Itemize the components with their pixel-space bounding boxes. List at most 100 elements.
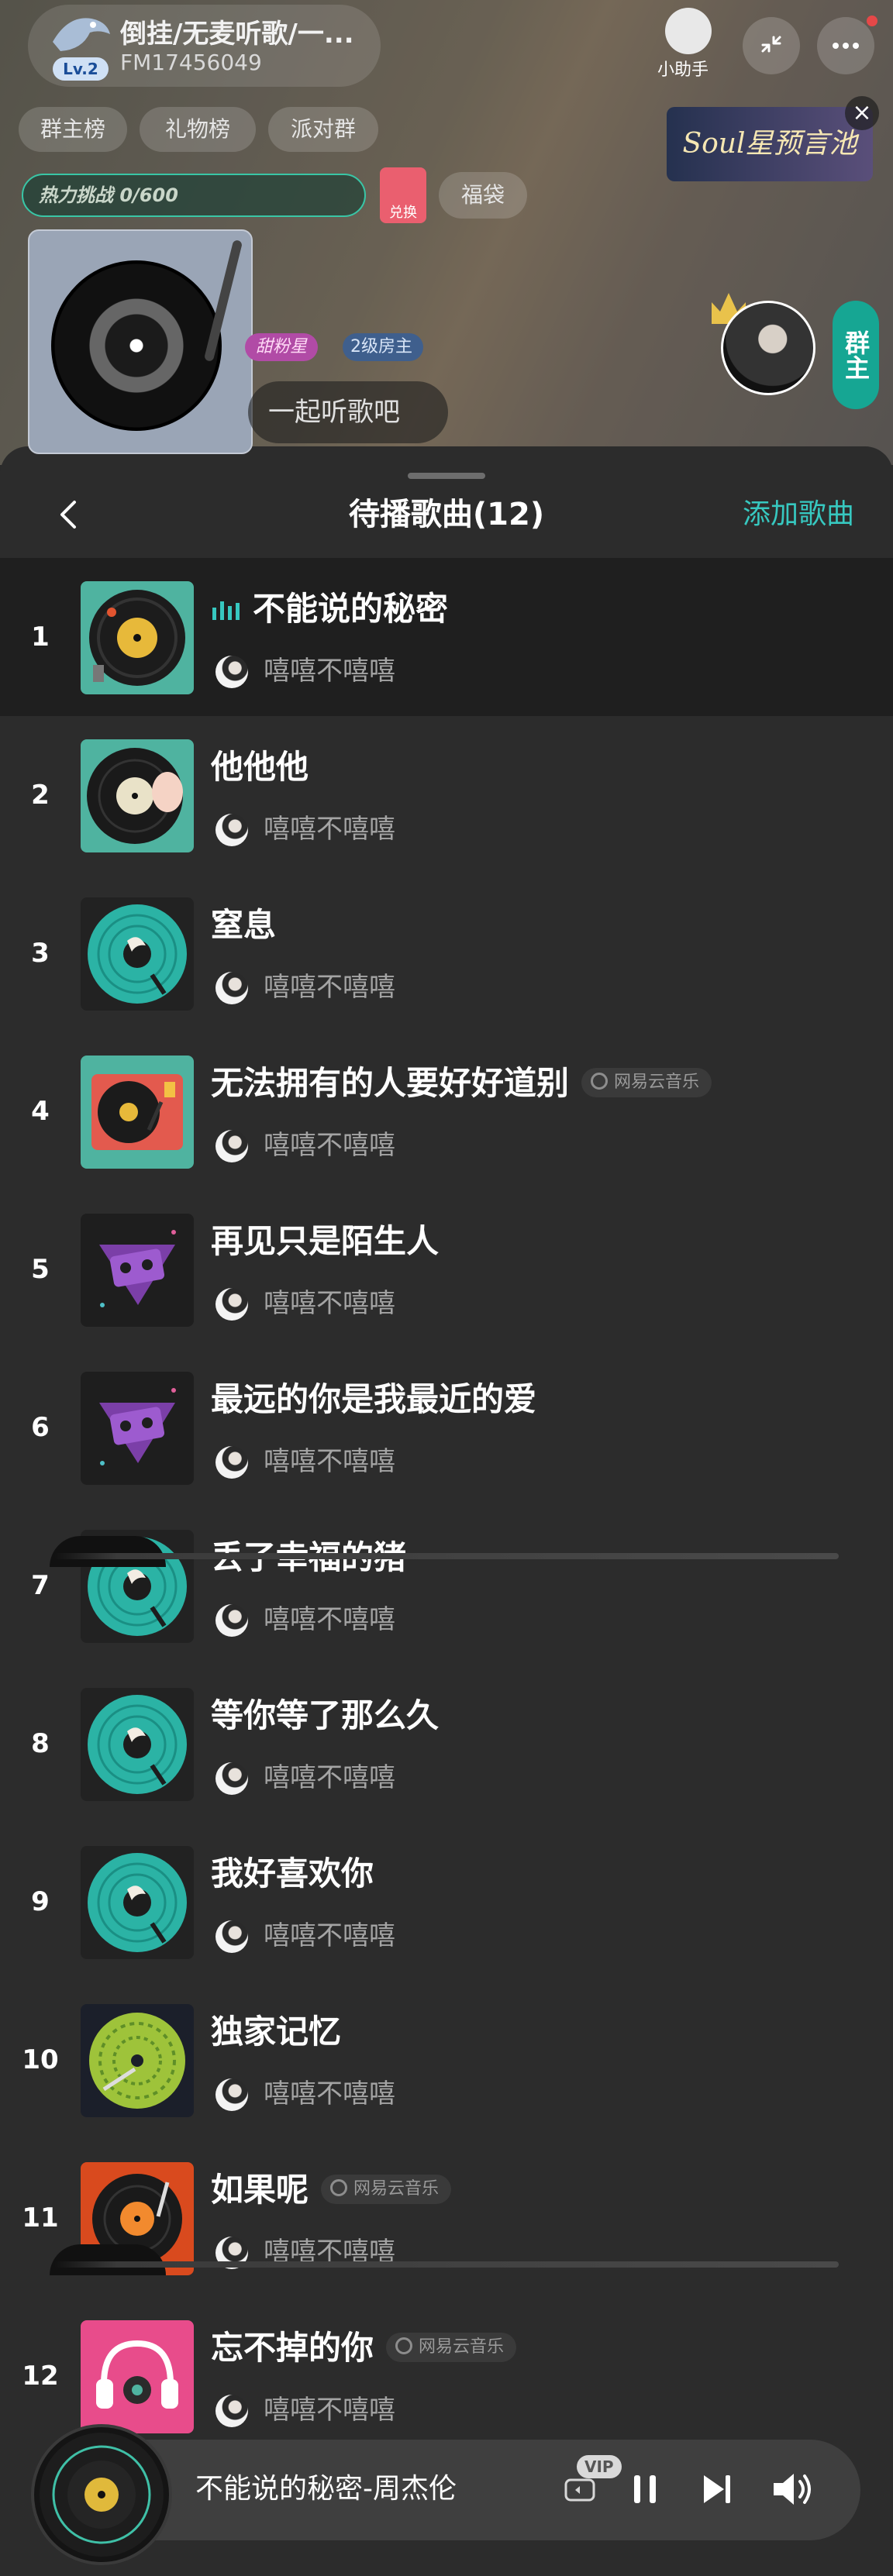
source-tag-label: 网易云音乐 — [614, 1072, 700, 1092]
requester-avatar — [215, 2395, 248, 2427]
song-title: 如果呢 网易云音乐 — [211, 2167, 452, 2213]
group-owner-badge[interactable]: 群主 — [833, 301, 879, 409]
song-title: 不能说的秘密 — [253, 586, 448, 632]
song-title: 他他他 — [211, 744, 309, 790]
pause-icon[interactable] — [626, 2471, 664, 2508]
song-index: 8 — [31, 1728, 50, 1759]
song-index: 7 — [31, 1570, 50, 1601]
assistant-label: 小助手 — [657, 60, 709, 80]
song-row[interactable]: 5 再见只是陌生人 嘻嘻不嘻嘻 — [0, 1190, 893, 1348]
song-row[interactable]: 4 无法拥有的人要好好道别 网易云音乐嘻嘻不嘻嘻 — [0, 1032, 893, 1190]
song-index: 3 — [31, 938, 50, 969]
exchange-gift-icon[interactable]: 兑换 — [380, 167, 426, 223]
room-turntable — [28, 229, 253, 454]
more-button[interactable] — [817, 17, 874, 74]
tab-gift-rank[interactable]: 礼物榜 — [140, 107, 256, 152]
now-playing-cover[interactable] — [31, 2424, 172, 2565]
next-track-icon[interactable] — [698, 2471, 735, 2508]
requester-name: 嘻嘻不嘻嘻 — [264, 2078, 395, 2109]
song-title-text: 如果呢 — [211, 2171, 309, 2209]
song-index: 6 — [31, 1412, 50, 1443]
banner-close-button[interactable]: × — [845, 96, 879, 130]
room-id: FM17456049 — [120, 50, 262, 75]
requester-name: 嘻嘻不嘻嘻 — [264, 972, 395, 1003]
song-list: 1 不能说的秘密 嘻嘻不嘻嘻 2 他他他 嘻嘻不嘻嘻 3 窒息 嘻嘻不嘻嘻 4 无法拥有的人要好好道… — [0, 558, 893, 2455]
song-row[interactable]: 9 我好喜欢你嘻嘻不嘻嘻 — [0, 1823, 893, 1981]
song-index: 9 — [31, 1886, 50, 1917]
exchange-label: 兑换 — [389, 205, 417, 221]
requester-avatar — [215, 1762, 248, 1795]
song-title-text: 窒息 — [211, 906, 277, 944]
minimize-button[interactable] — [743, 17, 800, 74]
song-cover-image — [81, 2004, 194, 2117]
tab-group-owner-rank[interactable]: 群主榜 — [19, 107, 127, 152]
song-title: 等你等了那么久 — [211, 1693, 439, 1739]
song-cover-image — [81, 1688, 194, 1801]
song-title-text: 忘不掉的你 — [211, 2329, 374, 2367]
song-cover-image — [81, 581, 194, 694]
source-tag: 网易云音乐 — [581, 1067, 712, 1097]
song-row[interactable]: 6 最远的你是我最近的爱 嘻嘻不嘻嘻 — [0, 1348, 893, 1507]
minimize-icon — [761, 36, 781, 53]
song-title-text: 他他他 — [211, 748, 309, 786]
song-title-text: 我好喜欢你 — [211, 1855, 374, 1892]
song-row[interactable]: 1 不能说的秘密 嘻嘻不嘻嘻 — [0, 558, 893, 716]
requester-avatar — [215, 1130, 248, 1162]
turntable-arm — [203, 239, 243, 363]
requester-avatar — [215, 1604, 248, 1637]
netease-music-icon — [395, 2337, 413, 2354]
song-cover-image — [81, 897, 194, 1011]
requester-name: 嘻嘻不嘻嘻 — [264, 814, 395, 845]
heat-challenge-bar[interactable]: 热力挑战 0/600 — [22, 174, 366, 217]
song-row[interactable]: 3 窒息嘻嘻不嘻嘻 — [0, 874, 893, 1032]
song-cover-image — [81, 2320, 194, 2433]
tab-party-group[interactable]: 派对群 — [268, 107, 378, 152]
song-cover-image — [81, 1846, 194, 1959]
tonearm-line — [54, 1553, 839, 1559]
room-owner-badge: 2级房主 — [343, 333, 423, 361]
requester-name: 嘻嘻不嘻嘻 — [264, 1762, 395, 1793]
assistant-robot-icon[interactable] — [665, 8, 712, 54]
song-cover-image — [81, 1056, 194, 1169]
turntable-disc — [51, 260, 222, 431]
song-row[interactable]: 2 他他他 嘻嘻不嘻嘻 — [0, 716, 893, 874]
song-cover-image — [81, 1372, 194, 1485]
tonearm-line — [54, 2261, 839, 2268]
song-index: 5 — [31, 1254, 50, 1285]
now-playing-equalizer-icon — [212, 601, 240, 620]
netease-music-icon — [330, 2178, 348, 2196]
song-row[interactable]: 8 等你等了那么久嘻嘻不嘻嘻 — [0, 1665, 893, 1823]
lucky-bag-button[interactable]: 福袋 — [439, 172, 527, 219]
song-title-text: 不能说的秘密 — [253, 590, 449, 628]
source-tag: 网易云音乐 — [321, 2174, 452, 2204]
requester-name: 嘻嘻不嘻嘻 — [264, 1604, 395, 1635]
vip-badge: VIP — [577, 2455, 622, 2478]
song-title: 无法拥有的人要好好道别 网易云音乐 — [211, 1060, 712, 1107]
listen-together-prompt[interactable]: 一起听歌吧 — [248, 381, 448, 443]
requester-avatar — [215, 1446, 248, 1479]
song-title: 忘不掉的你 网易云音乐 — [211, 2325, 517, 2371]
requester-name: 嘻嘻不嘻嘻 — [264, 2395, 395, 2426]
sheet-drag-handle[interactable] — [408, 473, 485, 479]
volume-icon[interactable] — [769, 2469, 815, 2509]
song-title-text: 等你等了那么久 — [211, 1696, 440, 1734]
requester-name: 嘻嘻不嘻嘻 — [264, 656, 395, 687]
requester-name: 嘻嘻不嘻嘻 — [264, 1446, 395, 1477]
requester-name: 嘻嘻不嘻嘻 — [264, 1130, 395, 1161]
promo-banner[interactable]: Soul星预言池 — [667, 107, 873, 181]
song-title-text: 独家记忆 — [211, 2013, 342, 2051]
vinyl-record-icon — [40, 2433, 164, 2557]
song-title: 窒息 — [211, 902, 276, 949]
notification-dot — [867, 15, 877, 26]
song-index: 4 — [31, 1096, 50, 1127]
song-title: 独家记忆 — [211, 2009, 341, 2055]
now-playing-title: 不能说的秘密-周杰伦 — [195, 2473, 457, 2505]
source-tag: 网易云音乐 — [386, 2332, 517, 2362]
song-row[interactable]: 10 独家记忆 嘻嘻不嘻嘻 — [0, 1981, 893, 2139]
host-avatar[interactable] — [721, 301, 815, 395]
add-song-button[interactable]: 添加歌曲 — [743, 494, 854, 535]
tonearm-head — [50, 1536, 166, 1567]
requester-name: 嘻嘻不嘻嘻 — [264, 1920, 395, 1951]
song-title: 我好喜欢你 — [211, 1851, 374, 1897]
song-row[interactable]: 7丢了幸福的猪嘻嘻不嘻嘻 — [0, 1507, 893, 1665]
